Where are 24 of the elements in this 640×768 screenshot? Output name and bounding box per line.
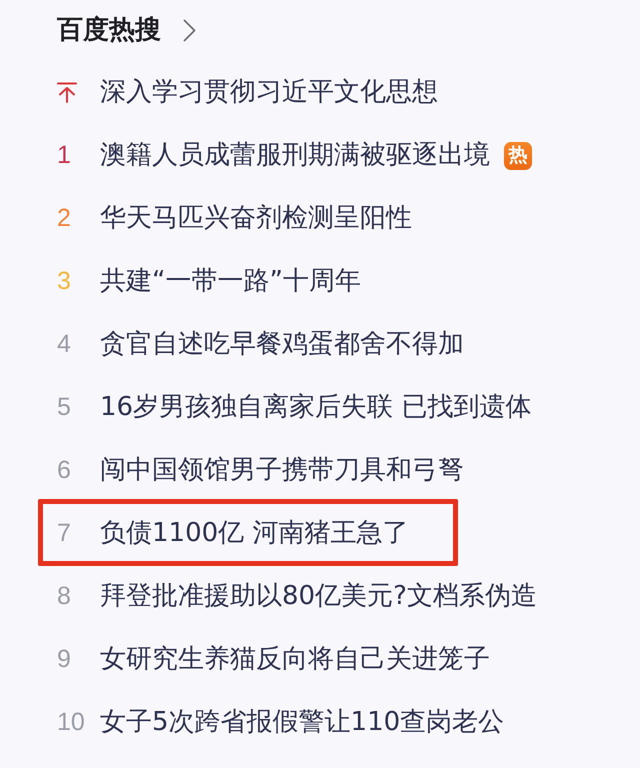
headline-link[interactable]: 贪官自述吃早餐鸡蛋都舍不得加 (100, 328, 464, 360)
headline-link[interactable]: 16岁男孩独自离家后失联 已找到遗体 (100, 392, 532, 424)
rank-number: 2 (57, 204, 71, 232)
rank-number: 8 (57, 582, 71, 610)
rank-number: 4 (57, 330, 71, 358)
headline-link[interactable]: 深入学习贯彻习近平文化思想 (100, 76, 438, 108)
rank-number: 5 (57, 394, 71, 422)
rank-number: 3 (57, 268, 71, 296)
headline-link[interactable]: 共建“一带一路”十周年 (100, 266, 361, 298)
rank-number: 10 (57, 708, 85, 736)
headline-link[interactable]: 女研究生养猫反向将自己关进笼子 (100, 644, 490, 676)
headline-link[interactable]: 女子5次跨省报假警让110查岗老公 (100, 706, 504, 738)
chevron-right-icon (183, 19, 196, 42)
headline-link[interactable]: 负债1100亿 河南猪王急了 (100, 518, 408, 550)
rank-number: 6 (57, 456, 71, 484)
headline-link[interactable]: 华天马匹兴奋剂检测呈阳性 (100, 202, 412, 234)
rank-number: 1 (57, 142, 71, 170)
hot-badge: 热 (504, 142, 532, 170)
rank-number: 7 (57, 520, 71, 548)
rank-number: 9 (57, 646, 71, 674)
headline-link[interactable]: 澳籍人员成蕾服刑期满被驱逐出境 (100, 140, 490, 172)
hot-search-title-link[interactable]: 百度热搜 (57, 14, 196, 46)
headline-link[interactable]: 闯中国领馆男子携带刀具和弓弩 (100, 454, 464, 486)
headline-link[interactable]: 拜登批准援助以80亿美元?文档系伪造 (100, 580, 537, 612)
